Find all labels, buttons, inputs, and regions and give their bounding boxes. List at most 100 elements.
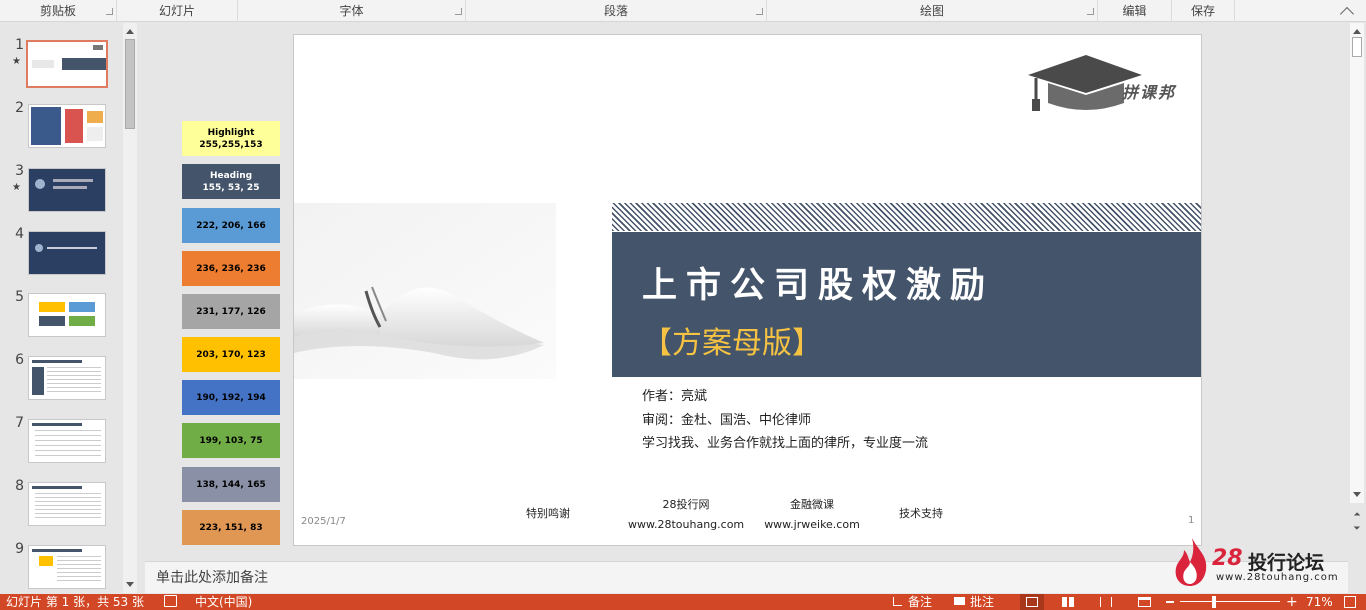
ribbon-group-label: 段落 [603,4,628,18]
swatch-value: 190, 192, 194 [196,392,266,403]
color-swatch[interactable]: 199, 103, 75 [182,423,280,458]
color-swatch[interactable]: 223, 151, 83 [182,510,280,545]
ribbon-group-label: 保存 [1190,4,1215,18]
ribbon-group-font[interactable]: 字体 [238,0,466,22]
color-swatch[interactable]: 138, 144, 165 [182,467,280,502]
slide-thumbnail-5[interactable] [28,293,106,337]
ribbon-group-label: 编辑 [1122,4,1147,18]
flame-icon [1175,538,1207,586]
reviewer-line[interactable]: 审阅：金杜、国浩、中伦律师 [642,409,811,428]
zoom-level[interactable]: 71% [1306,594,1333,610]
color-swatch[interactable]: Heading 155, 53, 25 [182,164,280,199]
slideshow-icon[interactable] [1138,597,1151,607]
hatched-strip [612,203,1201,231]
color-swatch[interactable]: 203, 170, 123 [182,337,280,372]
sponsor-name: 金融微课 [790,498,834,511]
color-swatch[interactable]: 190, 192, 194 [182,380,280,415]
tagline[interactable]: 学习找我、业务合作就找上面的律所，专业度一流 [642,432,928,451]
slide-thumbnail-9[interactable] [28,545,106,589]
swatch-value: 255,255,153 [199,139,263,150]
swatch-value: 222, 206, 166 [196,220,266,231]
ribbon-group-label: 字体 [339,4,364,18]
notes-placeholder: 单击此处添加备注 [156,570,268,586]
thumbnail-number: 8 [15,478,24,494]
slide-sorter-icon[interactable] [1062,597,1075,607]
scroll-up-arrow-icon[interactable] [126,29,134,34]
swatch-value: 223, 151, 83 [199,522,263,533]
color-swatch[interactable]: Highlight 255,255,153 [182,121,280,156]
slide-subtitle[interactable]: 【方案母版】 [642,318,822,362]
ribbon-group-drawing[interactable]: 绘图 [767,0,1098,22]
thumbnail-number: 4 [15,226,24,242]
normal-view-icon [1026,597,1038,607]
ribbon-group-label: 绘图 [919,4,944,18]
slide-thumbnail-6[interactable] [28,356,106,400]
slide-thumbnail-3[interactable] [28,168,106,212]
slide-thumbnail-1[interactable] [26,40,108,88]
scrollbar-thumb[interactable] [125,39,135,129]
forum-watermark: 28 投行论坛 www.28touhang.com [1172,536,1342,588]
slide-canvas[interactable]: 拼课邦 上市公司股权激励 【方案母版】 作者：亮斌 审阅：金杜、国浩、中伦律师 … [293,34,1202,546]
logo-text: 拼课邦 [1122,83,1177,102]
editor-scrollbar[interactable] [1350,23,1364,503]
author-line[interactable]: 作者：亮斌 [642,385,707,404]
slide-thumbnail-pane[interactable]: 1 ★ 2 3 ★ 4 5 6 7 8 9 [0,23,122,593]
color-swatch[interactable]: 236, 236, 236 [182,251,280,286]
thumbnail-number: 6 [15,352,24,368]
zoom-slider-track[interactable] [1180,601,1280,602]
previous-slide-icon[interactable]: ⏶ [1350,508,1364,522]
ribbon-group-editing[interactable]: 编辑 [1098,0,1172,22]
notes-button[interactable]: 备注 [908,594,932,610]
language-status[interactable]: 中文(中国) [195,594,252,610]
dialog-launcher-icon[interactable] [455,8,462,15]
next-slide-icon[interactable]: ⏷ [1350,522,1364,536]
slide-thumbnail-4[interactable] [28,231,106,275]
footer-date: 2025/1/7 [301,516,346,527]
swatch-value: 138, 144, 165 [196,479,266,490]
comments-button[interactable]: 批注 [970,594,994,610]
sponsor-url: www.jrweike.com [764,518,860,531]
zoom-slider-handle[interactable] [1212,596,1216,608]
prev-next-slide-buttons[interactable]: ⏶ ⏷ [1350,508,1364,538]
color-swatch[interactable]: 231, 177, 126 [182,294,280,329]
collapse-ribbon-icon[interactable] [1339,6,1355,22]
thumbnail-number: 1 [15,37,24,53]
slide-thumbnail-8[interactable] [28,482,106,526]
ribbon-group-save[interactable]: 保存 [1172,0,1235,22]
thumbnail-number: 9 [15,541,24,557]
notes-pane[interactable]: 单击此处添加备注 [145,561,1348,593]
swatch-value: 155, 53, 25 [202,182,260,193]
page-number: 1 [1188,515,1195,526]
open-book-photo [294,203,556,379]
scroll-up-arrow-icon[interactable] [1353,29,1361,34]
ribbon-group-label: 剪贴板 [39,4,76,18]
fit-to-window-icon[interactable] [1344,596,1356,608]
zoom-out-icon[interactable] [1166,601,1174,603]
slide-count-status[interactable]: 幻灯片 第 1 张，共 53 张 [6,594,144,610]
swatch-value: 231, 177, 126 [196,306,266,317]
scroll-down-arrow-icon[interactable] [1353,492,1361,497]
slide-thumbnail-2[interactable] [28,104,106,148]
thumbnail-number: 5 [15,289,24,305]
sponsor-name: 28投行网 [662,498,710,511]
ribbon-group-paragraph[interactable]: 段落 [466,0,767,22]
spell-check-icon[interactable] [164,595,177,607]
slide-title[interactable]: 上市公司股权激励 [642,257,994,308]
dialog-launcher-icon[interactable] [756,8,763,15]
slide-thumbnail-7[interactable] [28,419,106,463]
swatch-label: Highlight [207,127,255,138]
reading-view-icon[interactable] [1100,597,1112,607]
thumbnail-scrollbar[interactable] [123,23,137,593]
scroll-down-arrow-icon[interactable] [126,582,134,587]
ribbon-group-clipboard[interactable]: 剪贴板 [0,0,117,22]
scrollbar-thumb[interactable] [1352,37,1362,57]
dialog-launcher-icon[interactable] [106,8,113,15]
zoom-in-icon[interactable]: + [1286,594,1298,610]
dialog-launcher-icon[interactable] [1087,8,1094,15]
footer-sponsor-1: 28投行网 www.28touhang.com [628,495,744,535]
animation-star-icon: ★ [12,56,21,67]
notes-icon [893,597,902,606]
ribbon-group-slides[interactable]: 幻灯片 [117,0,238,22]
color-swatch[interactable]: 222, 206, 166 [182,208,280,243]
ribbon-group-bar: 剪贴板 幻灯片 字体 段落 绘图 编辑 保存 [0,0,1366,22]
